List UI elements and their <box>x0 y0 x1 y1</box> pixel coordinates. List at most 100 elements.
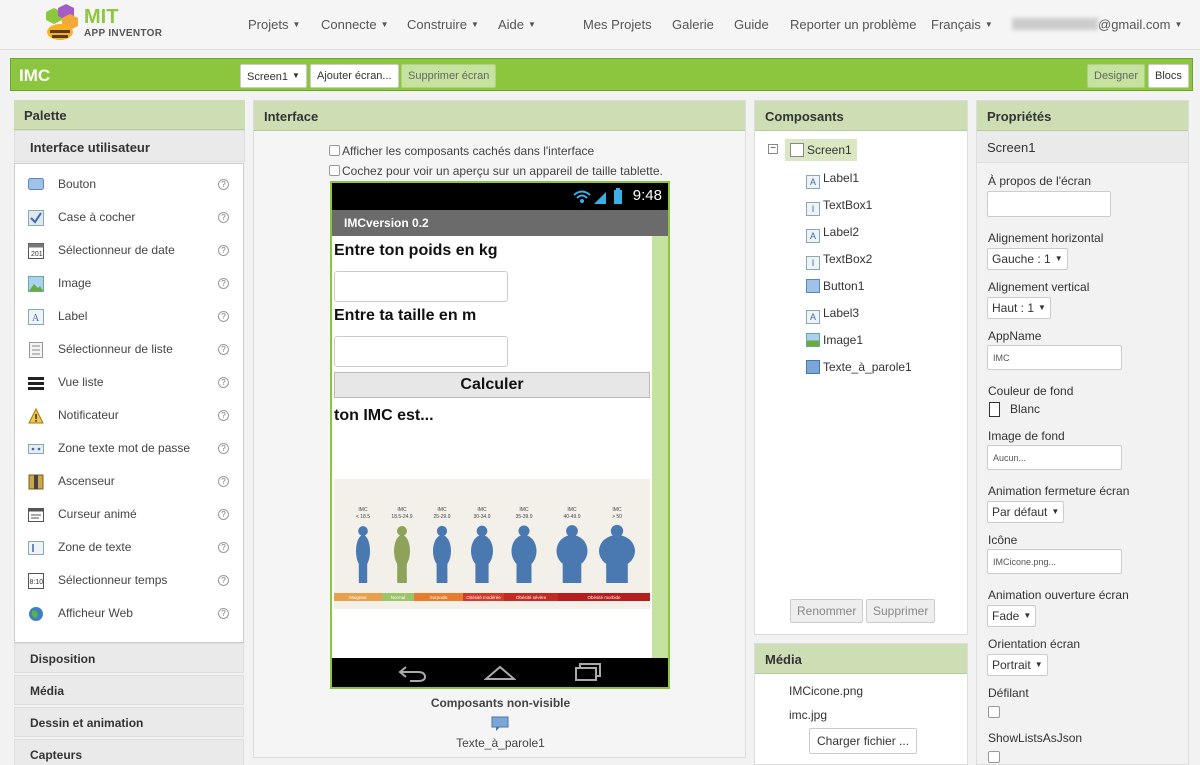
prop-appname-input[interactable]: IMC <box>987 345 1122 370</box>
remove-screen-button[interactable]: Supprimer écran <box>401 64 497 88</box>
delete-button[interactable]: Supprimer <box>866 599 936 623</box>
tree-item-texte-a-parole1[interactable]: Texte_à_parole1 <box>806 360 912 374</box>
tree-item-label3[interactable]: A Label3 <box>806 306 859 324</box>
prop-bgimage-input[interactable]: Aucun... <box>987 445 1122 470</box>
help-icon[interactable]: ? <box>218 311 229 322</box>
tablet-preview-option[interactable]: Cochez pour voir un aperçu sur un appare… <box>329 164 663 178</box>
link-mes-projets[interactable]: Mes Projets <box>583 17 652 32</box>
app-inventor-logo[interactable]: MIT APP INVENTOR <box>38 4 168 44</box>
menu-connecte[interactable]: Connecte ▼ <box>321 17 389 32</box>
palette-category-capteurs[interactable]: Capteurs <box>14 739 244 765</box>
help-icon[interactable]: ? <box>218 245 229 256</box>
help-icon[interactable]: ? <box>218 476 229 487</box>
palette-category-disposition[interactable]: Disposition <box>14 643 244 673</box>
account-menu[interactable]: @gmail.com ▼ <box>1012 17 1182 32</box>
palette-item-selectionneur-temps[interactable]: 8:10 Sélectionneur temps ? <box>15 564 243 597</box>
textbox2-component[interactable] <box>334 336 508 367</box>
palette-item-zone-texte-mot-de-passe[interactable]: Zone texte mot de passe ? <box>15 432 243 465</box>
tree-item-label1[interactable]: A Label1 <box>806 171 859 189</box>
bmi-category-label: IMC <box>519 507 529 513</box>
nonvisible-component-text-to-speech[interactable]: Texte_à_parole1 <box>254 736 747 750</box>
blocks-button[interactable]: Blocs <box>1148 64 1189 88</box>
help-icon[interactable]: ? <box>218 179 229 190</box>
palette-item-selectionneur-date[interactable]: 201 Sélectionneur de date ? <box>15 234 243 267</box>
palette-item-label: Afficheur Web <box>58 606 133 620</box>
link-galerie[interactable]: Galerie <box>672 17 714 32</box>
help-icon[interactable]: ? <box>218 410 229 421</box>
brand-name: MIT <box>84 6 119 28</box>
palette-item-curseur-anime[interactable]: Curseur animé ? <box>15 498 243 531</box>
tree-item-textbox1[interactable]: I TextBox1 <box>806 198 872 216</box>
calculate-button-component[interactable]: Calculer <box>334 372 650 398</box>
prop-about-textarea[interactable] <box>987 191 1111 217</box>
palette-category-dessin-animation[interactable]: Dessin et animation <box>14 707 244 737</box>
collapse-icon[interactable]: − <box>768 144 778 154</box>
phone-clock: 9:48 <box>632 187 662 204</box>
link-guide[interactable]: Guide <box>734 17 769 32</box>
palette-item-zone-de-texte[interactable]: Zone de texte ? <box>15 531 243 564</box>
palette-category-interface-utilisateur[interactable]: Interface utilisateur <box>14 130 245 162</box>
help-icon[interactable]: ? <box>218 575 229 586</box>
palette-item-image[interactable]: Image ? <box>15 267 243 300</box>
menu-construire[interactable]: Construire ▼ <box>407 17 479 32</box>
label2-component[interactable]: Entre ta taille en m <box>334 307 476 325</box>
palette-item-ascenseur[interactable]: Ascenseur ? <box>15 465 243 498</box>
rename-button[interactable]: Renommer <box>790 599 864 623</box>
menu-aide[interactable]: Aide ▼ <box>498 17 536 32</box>
media-file-imc[interactable]: imc.jpg <box>789 708 827 722</box>
palette-item-afficheur-web[interactable]: Afficheur Web ? <box>15 597 243 630</box>
upload-file-button[interactable]: Charger fichier ... <box>809 728 918 754</box>
tablet-preview-checkbox[interactable] <box>329 165 340 176</box>
help-icon[interactable]: ? <box>218 212 229 223</box>
prop-orientation-select[interactable]: Portrait ▼ <box>987 654 1048 676</box>
palette-item-vue-liste[interactable]: Vue liste ? <box>15 366 243 399</box>
prop-align-h-select[interactable]: Gauche : 1 ▼ <box>987 248 1068 270</box>
help-icon[interactable]: ? <box>218 542 229 553</box>
palette-category-media[interactable]: Média <box>14 675 244 705</box>
screen-select[interactable]: Screen1 ▼ <box>240 64 307 88</box>
media-file-imcicone[interactable]: IMCicone.png <box>789 684 863 698</box>
label3-component[interactable]: ton IMC est... <box>334 407 434 425</box>
help-icon[interactable]: ? <box>218 278 229 289</box>
palette-item-label[interactable]: A Label ? <box>15 300 243 333</box>
bmi-chart-image[interactable]: IMC < 18.5 IMC 18.5-24.9 IMC 25-29.9 IMC 30-34.… <box>334 479 650 609</box>
language-menu[interactable]: Français ▼ <box>931 17 993 32</box>
menu-projets[interactable]: Projets ▼ <box>248 17 300 32</box>
home-icon[interactable] <box>484 663 516 683</box>
palette-item-case-a-cocher[interactable]: Case à cocher ? <box>15 201 243 234</box>
designer-button[interactable]: Designer <box>1087 64 1146 88</box>
bmi-band-label: Obésité morbide <box>587 595 621 600</box>
prop-scrollable-checkbox[interactable] <box>988 706 1000 718</box>
prop-showlists-checkbox[interactable] <box>988 751 1000 763</box>
tree-item-label: Label1 <box>823 171 860 185</box>
prop-bgcolor-value[interactable]: Blanc <box>1010 402 1040 416</box>
label1-component[interactable]: Entre ton poids en kg <box>334 242 498 260</box>
help-icon[interactable]: ? <box>218 443 229 454</box>
show-hidden-components-option[interactable]: Afficher les composants cachés dans l'in… <box>329 144 594 158</box>
tree-item-button1[interactable]: Button1 <box>806 279 864 293</box>
help-icon[interactable]: ? <box>218 509 229 520</box>
help-icon[interactable]: ? <box>218 608 229 619</box>
speech-icon[interactable] <box>491 716 509 732</box>
phone-preview[interactable]: 9:48 IMCversion 0.2 Entre ton poids en k… <box>330 181 670 689</box>
palette-item-selectionneur-liste[interactable]: Sélectionneur de liste ? <box>15 333 243 366</box>
palette-item-bouton[interactable]: Bouton ? <box>15 168 243 201</box>
help-icon[interactable]: ? <box>218 377 229 388</box>
prop-align-v-select[interactable]: Haut : 1 ▼ <box>987 297 1051 319</box>
show-hidden-checkbox[interactable] <box>329 145 340 156</box>
prop-close-anim-select[interactable]: Par défaut ▼ <box>987 501 1065 523</box>
color-swatch-white[interactable] <box>989 402 1000 417</box>
tree-item-textbox2[interactable]: I TextBox2 <box>806 252 872 270</box>
recent-apps-icon[interactable] <box>574 662 604 682</box>
prop-open-anim-select[interactable]: Fade ▼ <box>987 605 1037 627</box>
prop-icon-input[interactable]: IMCicone.png... <box>987 549 1122 574</box>
link-reporter-probleme[interactable]: Reporter un problème <box>790 17 916 32</box>
textbox1-component[interactable] <box>334 271 508 302</box>
tree-item-image1[interactable]: Image1 <box>806 333 863 347</box>
help-icon[interactable]: ? <box>218 344 229 355</box>
add-screen-button[interactable]: Ajouter écran... <box>310 64 399 88</box>
back-icon[interactable] <box>398 663 428 683</box>
tree-item-label2[interactable]: A Label2 <box>806 225 859 243</box>
palette-item-notificateur[interactable]: Notificateur ? <box>15 399 243 432</box>
tree-item-screen1[interactable]: Screen1 <box>785 139 857 161</box>
